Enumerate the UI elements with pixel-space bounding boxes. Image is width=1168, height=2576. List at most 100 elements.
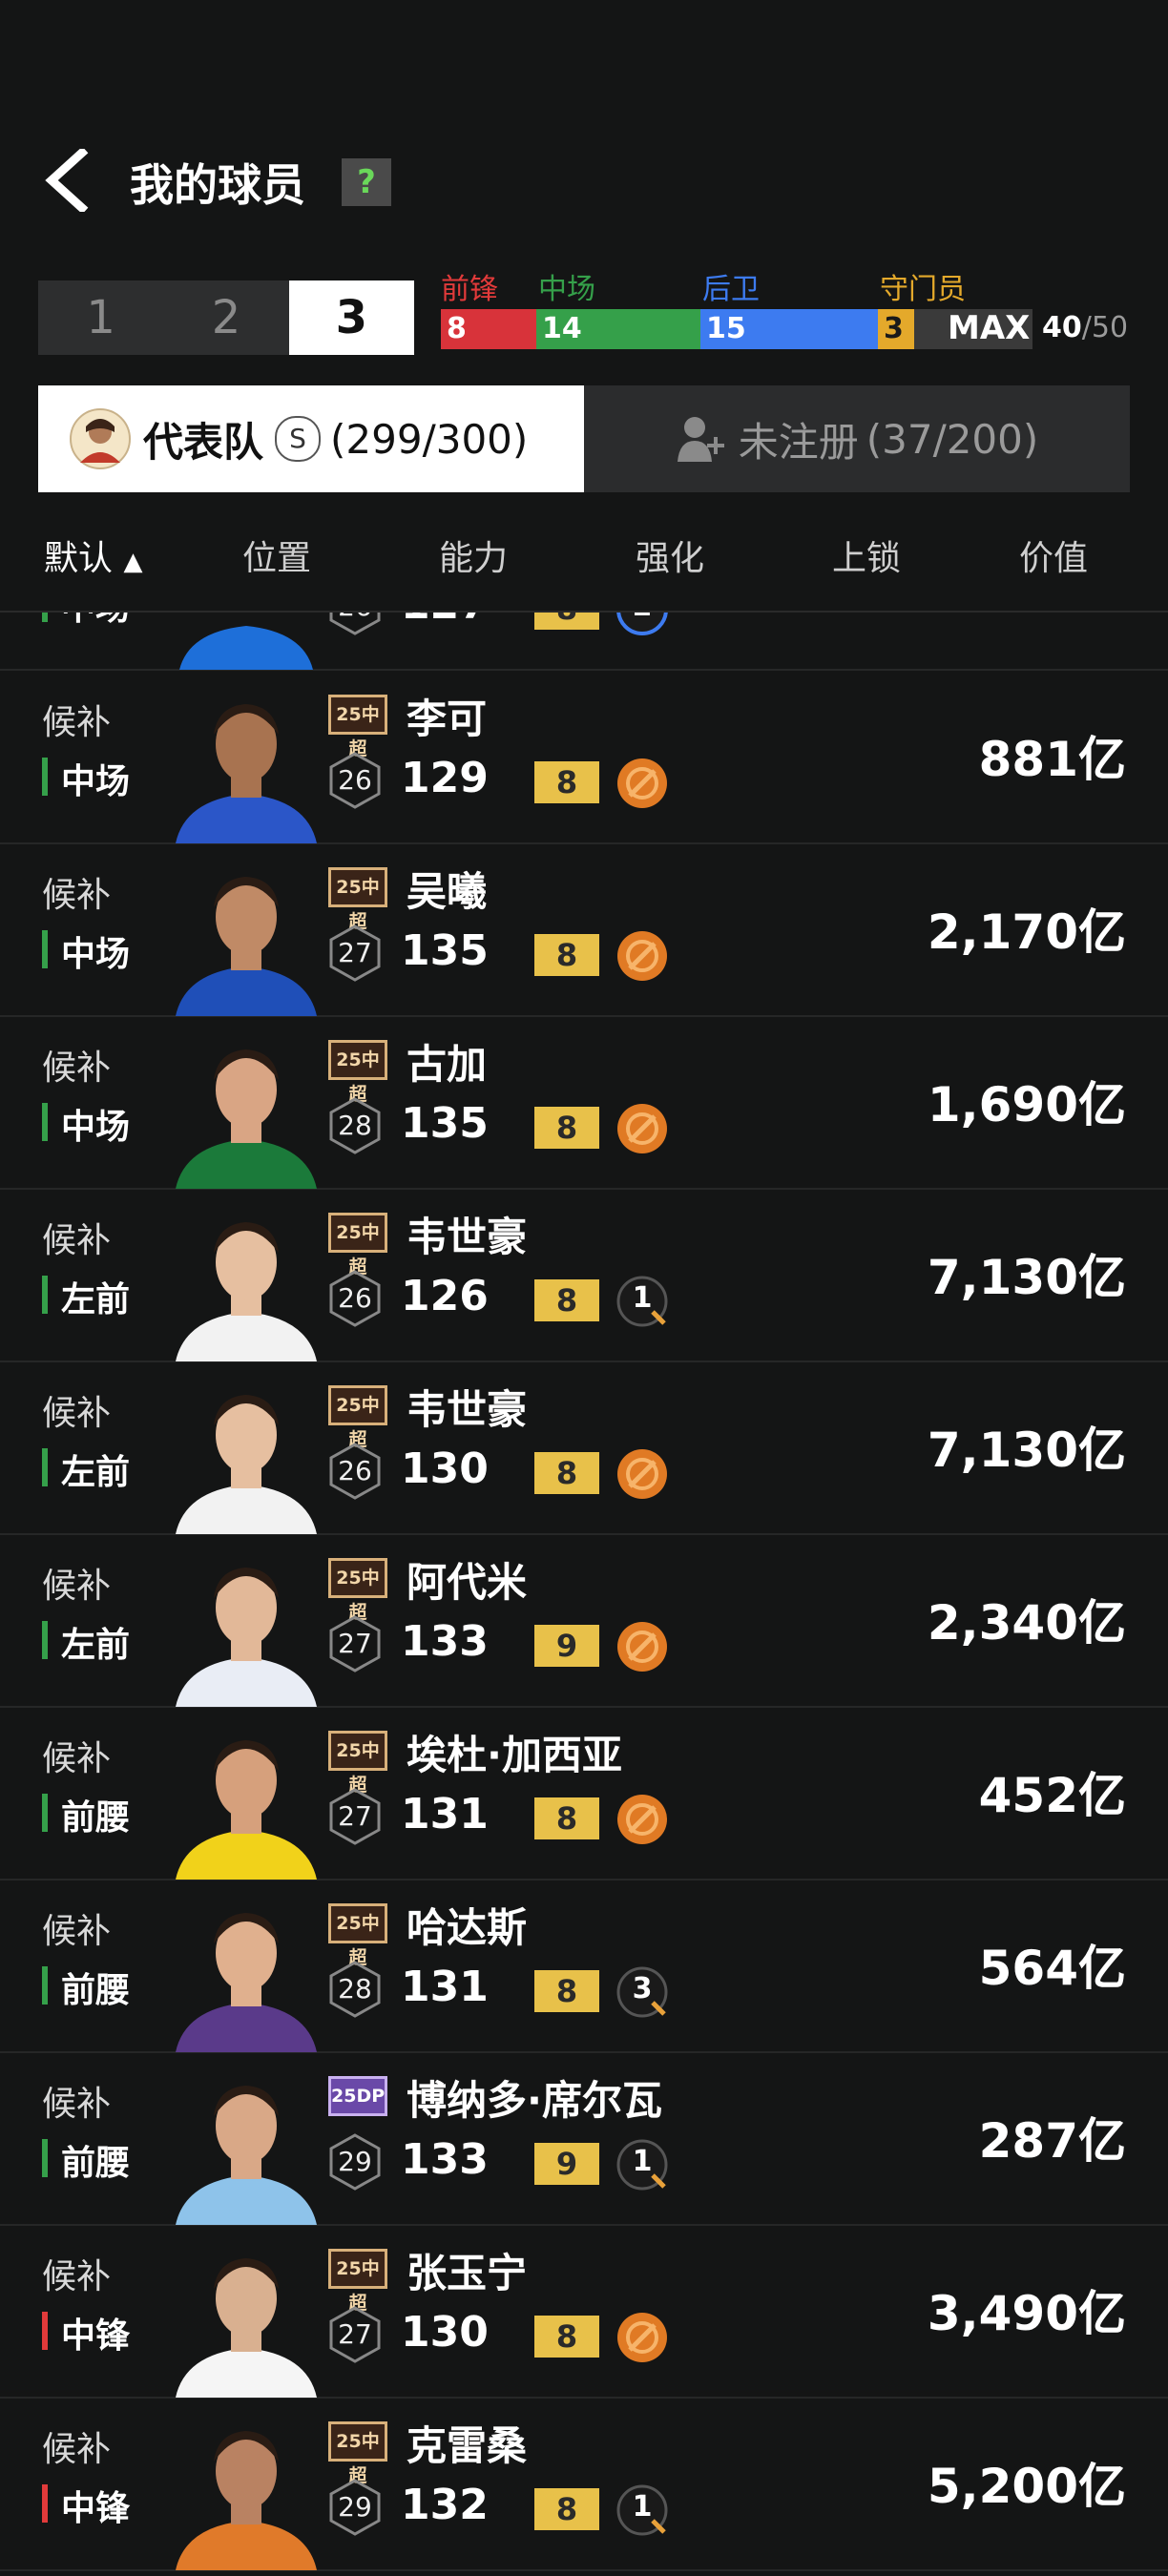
player-age: 28 [338,1110,372,1141]
sort-enhance[interactable]: 强化 [636,530,704,580]
player-name: 张玉宁 [407,2250,528,2296]
player-age: 27 [338,937,372,968]
player-name: 阿代米 [407,1559,528,1606]
enhance-level: 9 [534,1625,599,1667]
position-marker [42,1103,48,1141]
player-status: 候补 [42,703,112,742]
tab-unregistered[interactable]: 未注册 (37/200) [584,385,1130,492]
forward-count: 8 [441,309,536,349]
player-row[interactable]: 候补 左前 25中超 阿代米 27 133 9 2,340亿 [0,1535,1168,1708]
player-rating: 130 [401,2308,489,2357]
player-name: 博纳多·席尔瓦 [407,2077,662,2124]
squad-tab-2[interactable]: 2 [163,280,288,355]
player-position: 左前 [61,1280,131,1319]
enhance-level: 8 [534,613,599,630]
sort-position[interactable]: 位置 [242,530,311,580]
unlocked-icon[interactable] [615,1792,670,1847]
squad-tab-3[interactable]: 3 [288,280,414,355]
enhance-level: 8 [534,2316,599,2358]
midfield-count: 14 [536,309,700,349]
goalkeeper-count: 3 [878,309,914,349]
position-marker [42,1621,48,1659]
player-row-partial[interactable]: 中场 26 127 8 2 [0,613,1168,671]
player-rating: 129 [401,754,489,802]
player-value: 2,170亿 [927,904,1126,960]
player-rating: 133 [401,1617,489,1666]
player-rating: 135 [401,926,489,975]
player-value: 5,200亿 [927,2459,1126,2514]
enhance-level: 8 [534,934,599,976]
add-user-icon [677,417,724,462]
squad-selector: 1 2 3 [38,280,414,355]
player-value: 1,690亿 [927,1077,1126,1132]
player-value: 564亿 [978,1941,1126,1996]
player-row[interactable]: 候补 左前 25中超 韦世豪 26 130 8 7,130亿 [0,1362,1168,1535]
player-age: 28 [338,1973,372,2005]
player-list[interactable]: 中场 26 127 8 2 候补 中场 25中超 李可 26 129 8 881… [0,613,1168,2576]
card-badge: 25中超 [328,695,387,759]
player-position: 左前 [61,1626,131,1665]
defender-label: 后卫 [702,273,760,306]
card-badge: 25中超 [328,1558,387,1623]
defender-count: 15 [700,309,878,349]
player-row[interactable]: 候补 前腰 25中超 埃杜·加西亚 27 131 8 452亿 [0,1708,1168,1880]
sort-lock[interactable]: 上锁 [832,530,901,580]
unlocked-icon[interactable] [615,2310,670,2365]
sort-value[interactable]: 价值 [1019,530,1088,580]
player-age: 29 [338,2491,372,2523]
player-age: 26 [338,764,372,796]
sort-default[interactable]: 默认 ▲ [44,530,142,580]
player-rating: 131 [401,1790,489,1839]
player-name: 韦世豪 [407,1386,528,1433]
player-row[interactable]: 候补 前腰 25中超 哈达斯 28 131 8 3 564亿 [0,1880,1168,2053]
unlocked-icon[interactable] [615,756,670,811]
player-row[interactable]: 候补 中场 25中超 古加 28 135 8 1,690亿 [0,1017,1168,1190]
unlocked-icon[interactable] [615,1619,670,1674]
position-marker [42,758,48,796]
enhance-level: 8 [534,761,599,803]
unlocked-icon[interactable] [615,1101,670,1156]
player-rating: 135 [401,1099,489,1148]
player-row[interactable]: 候补 前腰 25DP 博纳多·席尔瓦 29 133 9 1 287亿 [0,2053,1168,2226]
player-value: 287亿 [978,2113,1126,2169]
tab-unregistered-count: (37/200) [866,415,1039,463]
grade-badge: S [275,416,322,462]
lock-count: 1 [632,1281,653,1315]
player-name: 哈达斯 [407,1904,528,1951]
player-row[interactable]: 候补 中锋 25中超 张玉宁 27 130 8 3,490亿 [0,2226,1168,2399]
help-button[interactable]: ? [342,158,391,206]
player-portrait [176,877,317,1016]
player-row[interactable]: 候补 中锋 25中超 克雷桑 29 132 8 1 5,200亿 [0,2399,1168,2571]
position-marker [42,1448,48,1486]
player-portrait [176,1395,317,1534]
position-marker [42,1276,48,1314]
roster-tabs: 代表队 S (299/300) 未注册 (37/200) [38,385,1130,492]
tab-national-team[interactable]: 代表队 S (299/300) [38,385,584,492]
sort-ability[interactable]: 能力 [439,530,508,580]
player-position: 中锋 [61,2316,131,2356]
position-marker [42,1966,48,2005]
position-marker [42,613,48,622]
sort-ascending-icon: ▲ [123,548,143,576]
squad-tab-1[interactable]: 1 [38,280,163,355]
unlocked-icon[interactable] [615,1446,670,1502]
goalkeeper-label: 守门员 [880,273,966,306]
page-title: 我的球员 [130,159,305,211]
player-name: 吴曦 [407,868,488,915]
player-row[interactable]: 候补 左前 25中超 韦世豪 26 126 8 1 7,130亿 [0,1190,1168,1362]
unlocked-icon[interactable] [615,928,670,984]
player-portrait [179,626,313,670]
position-marker [42,2484,48,2523]
player-age: 27 [338,1800,372,1832]
player-position: 中场 [61,1108,131,1147]
back-arrow-icon[interactable] [38,149,95,212]
lock-count: 2 [615,613,670,623]
position-marker [42,930,48,968]
capacity-readout: 40/50 [1042,311,1129,344]
player-name: 李可 [407,696,488,742]
player-row[interactable]: 候补 中场 25中超 李可 26 129 8 881亿 [0,672,1168,844]
sort-header: 默认 ▲ 位置 能力 强化 上锁 价值 [0,515,1168,590]
player-row[interactable]: 候补 中场 25中超 吴曦 27 135 8 2,170亿 [0,844,1168,1017]
player-position: 左前 [61,1453,131,1492]
player-status: 候补 [42,1912,112,1951]
